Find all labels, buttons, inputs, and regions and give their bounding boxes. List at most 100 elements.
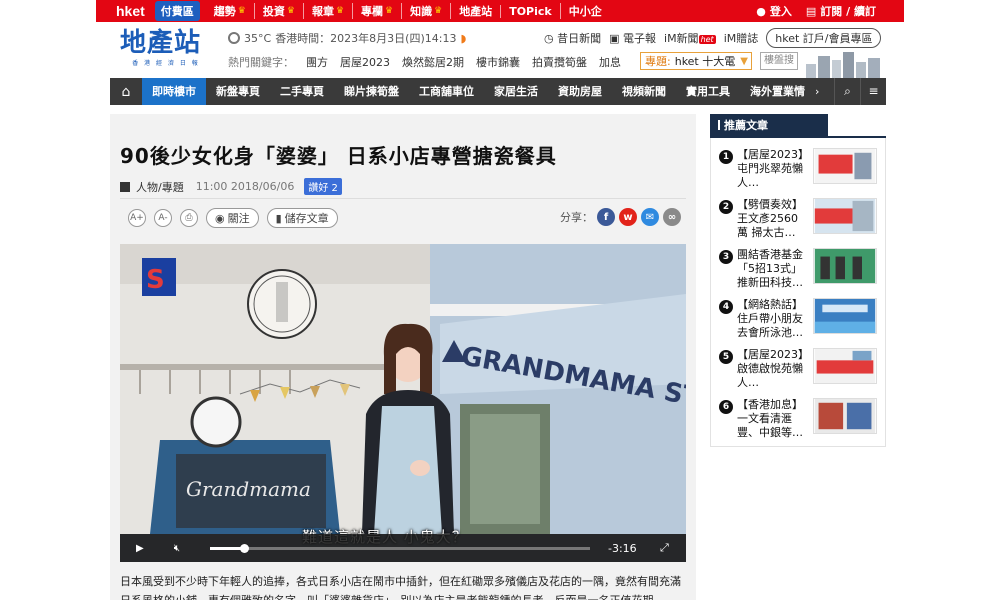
nav-item-subsidized[interactable]: 資助房屋 [548,78,612,105]
recommended-item[interactable]: 3 團結香港基金「5招13式」推新田科技… [719,242,877,292]
video-frame: S GRANDMAMA STORE Grandmama [120,244,686,562]
hot-keyword[interactable]: 團方 [306,54,328,70]
link-icon[interactable]: ∞ [663,208,681,226]
user-icon: ● [756,4,766,18]
svg-text:S: S [146,265,165,295]
topic-select[interactable]: 專題: hket 十大電 ▼ [640,52,752,70]
top-link-trend[interactable]: 趨勢 ♛ [206,3,254,19]
hot-keyword[interactable]: 拍賣攬筍盤 [532,54,587,70]
nav-item-new[interactable]: 新盤專頁 [206,78,270,105]
play-icon[interactable]: ▶ [136,543,144,554]
recommended-item[interactable]: 1 【居屋2023】屯門兆翠苑懶人… [719,142,877,192]
follow-button[interactable]: ◉ 關注 [206,208,259,228]
mute-icon[interactable]: 🔇︎ [174,543,180,554]
fullscreen-icon[interactable]: ⤢ [660,541,669,555]
divider [120,198,686,199]
font-increase-button[interactable]: A+ [128,209,146,227]
crown-icon: ♛ [385,6,394,16]
article-meta: 人物/專題 11:00 2018/06/06 讚好 2 [120,178,342,195]
save-article-button[interactable]: ▮ 儲存文章 [266,208,338,228]
chevron-down-icon: ▼ [740,55,748,67]
nav-item-instant[interactable]: 即時樓市 [142,78,206,105]
rss-icon[interactable]: ◗ [460,32,466,45]
video-progress-knob[interactable] [240,544,250,553]
hot-keyword[interactable]: 加息 [599,54,621,70]
article-thumbnail [813,348,877,384]
bookmark-icon: ▮ [275,211,282,225]
recommended-item[interactable]: 4 【網絡熱話】住戶帶小朋友去會所泳池… [719,292,877,342]
site-logo[interactable]: 地產站 香 港 經 濟 日 報 [120,28,212,67]
weather-info: 35°C 香港時間：2023年8月3日(四)14:13 ◗ [228,30,466,46]
sidebar-header: 推薦文章 [710,114,886,138]
recommended-item[interactable]: 6 【香港加息】一文看清滙豐、中銀等… [719,392,877,442]
share-bar: 分享： f w ✉ ∞ [560,208,681,226]
past-news-link[interactable]: ◷ 昔日新聞 [544,30,601,46]
font-decrease-button[interactable]: A- [154,209,172,227]
login-button[interactable]: ● 登入 [756,3,792,19]
crown-icon: ♛ [335,6,345,16]
epaper-link[interactable]: ▣ 電子報 [609,30,656,46]
hket-logo[interactable]: hket [116,3,145,19]
article-time: 11:00 2018/06/06 [195,180,295,193]
like-button[interactable]: 讚好 2 [304,178,342,195]
facebook-icon[interactable]: f [597,208,615,226]
subscribe-button[interactable]: ▤ 訂閱 / 續訂 [806,3,876,19]
article-thumbnail [813,248,877,284]
nav-next-icon[interactable]: › [815,85,819,98]
article-tools: A+ A- ⎙ ◉ 關注 ▮ 儲存文章 [128,208,338,228]
home-icon[interactable]: ⌂ [110,78,142,105]
category-icon [120,181,130,192]
blackboard-text: Grandmama [186,477,311,501]
sidebar-title: 推薦文章 [710,114,828,138]
hot-keyword[interactable]: 煥然懿居2期 [402,54,464,70]
nav-item-commercial[interactable]: 工商舖車位 [409,78,484,105]
search-icon[interactable]: ⌕ [834,78,860,105]
member-area-button[interactable]: hket 訂戶/會員專區 [766,28,882,48]
top-link-column[interactable]: 專欄 ♛ [352,3,401,19]
recommended-sidebar: 推薦文章 1 【居屋2023】屯門兆翠苑懶人… 2 【劈價奏效】王文彥2560萬… [710,114,886,447]
top-link-invest[interactable]: 投資 ♛ [253,3,303,19]
article-title: 90後少女化身「婆婆」 日系小店專營搪瓷餐具 [120,144,557,168]
datetime: 香港時間：2023年8月3日(四)14:13 [275,32,457,45]
hot-keyword[interactable]: 樓市錦囊 [476,54,520,70]
property-search-input[interactable]: 樓盤搜 [760,52,798,70]
weibo-icon[interactable]: w [619,208,637,226]
crown-icon: ♛ [286,6,295,16]
nav-item-overseas[interactable]: 海外置業情 [740,78,815,105]
hot-keywords: 熱門關鍵字： 團方 居屋2023 煥然懿居2期 樓市錦囊 拍賣攬筍盤 加息 [228,54,621,70]
top-link-topick[interactable]: TOPick [500,4,560,18]
clock-icon: ◷ [544,32,554,45]
top-link-paper[interactable]: 報章 ♛ [302,3,352,19]
top-links: 趨勢 ♛ 投資 ♛ 報章 ♛ 專欄 ♛ 知識 ♛ 地產站 TOPick 中小企 [206,3,610,19]
video-controls: ▶ 🔇︎ -3:16 ⤢ [120,534,686,562]
het-badge: het [698,35,716,44]
menu-icon[interactable]: ≡ [860,78,886,105]
recommended-item[interactable]: 2 【劈價奏效】王文彥2560萬 掃太古… [719,192,877,242]
top-link-property[interactable]: 地產站 [450,3,500,19]
article-thumbnail [813,148,877,184]
nav-item-video-news[interactable]: 視頻新聞 [612,78,676,105]
article-thumbnail [813,298,877,334]
nav-item-secondhand[interactable]: 二手專頁 [270,78,334,105]
video-player[interactable]: S GRANDMAMA STORE Grandmama ▶ 🔇︎ -3:16 ⤢ [120,244,686,562]
top-link-sme[interactable]: 中小企 [559,3,610,19]
nav-item-tools[interactable]: 實用工具 [676,78,740,105]
paid-zone-button[interactable]: 付費區 [154,1,200,21]
crown-icon: ♛ [237,6,246,16]
print-icon[interactable]: ⎙ [180,209,198,227]
hot-keyword[interactable]: 居屋2023 [340,54,390,70]
crown-icon: ♛ [434,6,443,16]
article-thumbnail [813,198,877,234]
video-progress[interactable] [210,544,590,553]
nav-item-home-life[interactable]: 家居生活 [484,78,548,105]
header-links: ◷ 昔日新聞 ▣ 電子報 iM新聞 het iM贈誌 hket 訂戶/會員專區 [544,28,882,48]
im-magazine-link[interactable]: iM贈誌 [724,30,759,46]
article-category[interactable]: 人物/專題 [136,179,184,195]
im-news-link[interactable]: iM新聞 het [664,30,716,46]
nav-item-video-pick[interactable]: 睇片揀筍盤 [334,78,409,105]
eye-icon: ◉ [215,211,225,225]
recommended-item[interactable]: 5 【居屋2023】啟德啟悅苑懶人… [719,342,877,392]
email-icon[interactable]: ✉ [641,208,659,226]
video-time: -3:16 [608,542,637,555]
top-link-knowledge[interactable]: 知識 ♛ [401,3,450,19]
